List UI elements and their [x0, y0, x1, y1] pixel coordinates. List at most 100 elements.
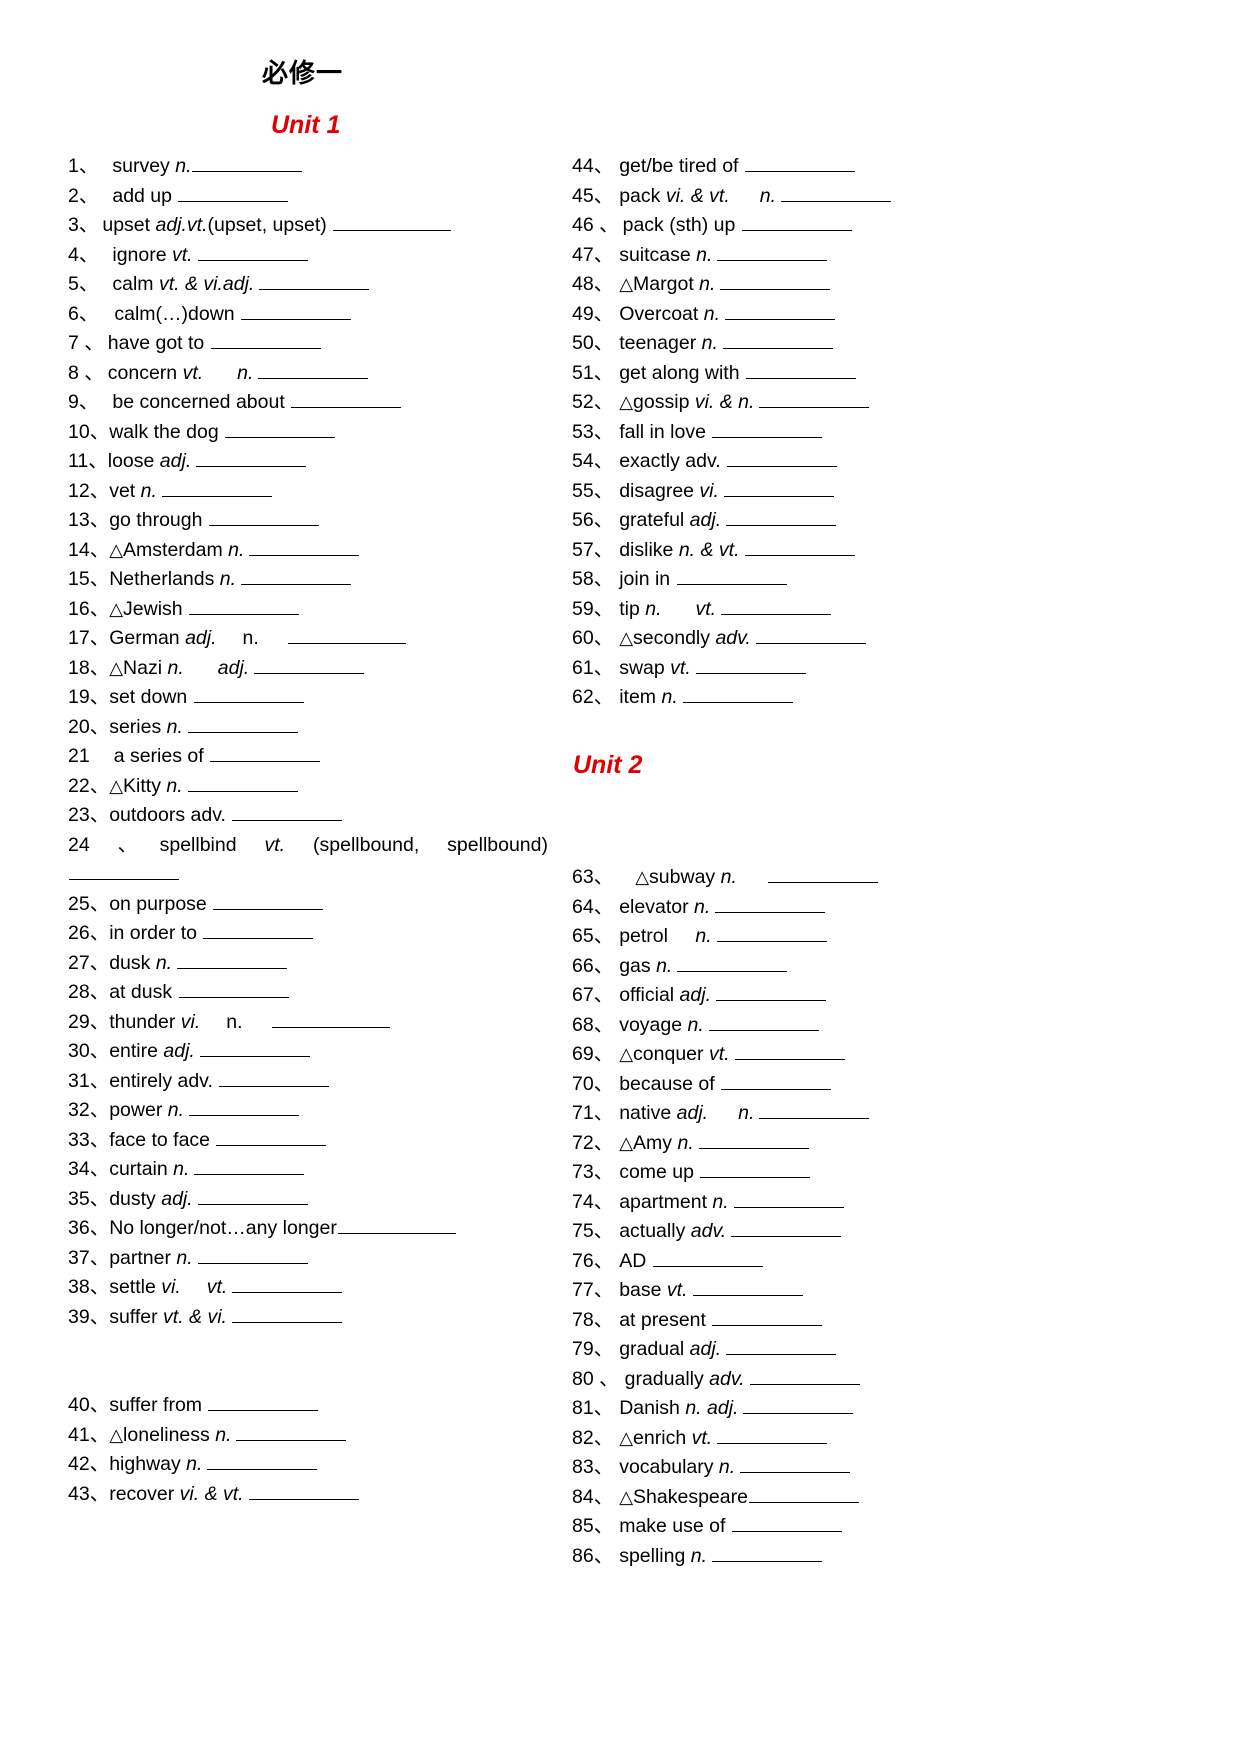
- answer-blank[interactable]: [721, 599, 832, 615]
- answer-blank[interactable]: [717, 1428, 828, 1444]
- answer-blank[interactable]: [726, 510, 837, 526]
- vocab-word: entire: [109, 1040, 164, 1062]
- answer-blank[interactable]: [219, 1071, 330, 1087]
- answer-blank[interactable]: [197, 1248, 308, 1264]
- answer-blank[interactable]: [241, 304, 352, 320]
- answer-blank[interactable]: [695, 658, 806, 674]
- answer-blank[interactable]: [716, 926, 827, 942]
- answer-blank[interactable]: [700, 1162, 811, 1178]
- answer-blank[interactable]: [207, 1454, 318, 1470]
- answer-blank[interactable]: [208, 1395, 319, 1411]
- answer-blank[interactable]: [721, 1074, 832, 1090]
- answer-blank[interactable]: [291, 392, 402, 408]
- answer-blank[interactable]: [749, 1369, 860, 1385]
- answer-blank[interactable]: [203, 923, 314, 939]
- answer-blank[interactable]: [216, 1130, 327, 1146]
- answer-blank[interactable]: [210, 333, 321, 349]
- answer-blank[interactable]: [208, 510, 319, 526]
- answer-blank[interactable]: [759, 392, 870, 408]
- answer-blank[interactable]: [726, 1339, 837, 1355]
- answer-blank[interactable]: [727, 451, 838, 467]
- answer-blank[interactable]: [337, 1218, 456, 1234]
- answer-blank[interactable]: [194, 1159, 305, 1175]
- answer-blank[interactable]: [767, 867, 878, 883]
- answer-blank[interactable]: [708, 1015, 819, 1031]
- part-of-speech: n. adj.: [685, 1397, 739, 1419]
- answer-blank[interactable]: [731, 1516, 842, 1532]
- answer-blank[interactable]: [197, 245, 308, 261]
- answer-blank[interactable]: [161, 481, 272, 497]
- answer-blank[interactable]: [236, 1425, 347, 1441]
- entry-number: 9、: [68, 391, 99, 413]
- answer-blank[interactable]: [731, 1221, 842, 1237]
- triangle-icon: △: [619, 1427, 634, 1448]
- answer-blank[interactable]: [733, 1192, 844, 1208]
- answer-blank[interactable]: [712, 1310, 823, 1326]
- answer-blank[interactable]: [69, 864, 179, 880]
- answer-blank[interactable]: [745, 363, 856, 379]
- answer-blank[interactable]: [271, 1012, 390, 1028]
- answer-blank[interactable]: [722, 333, 833, 349]
- answer-blank[interactable]: [743, 1398, 854, 1414]
- answer-blank[interactable]: [333, 215, 452, 231]
- answer-blank[interactable]: [720, 274, 831, 290]
- answer-blank[interactable]: [717, 245, 828, 261]
- answer-blank[interactable]: [249, 540, 360, 556]
- vocab-word: Margot: [633, 273, 700, 295]
- answer-blank[interactable]: [698, 1133, 809, 1149]
- answer-blank[interactable]: [199, 1041, 310, 1057]
- vocab-entry: 27、dusk n.: [68, 949, 548, 979]
- answer-blank[interactable]: [677, 956, 788, 972]
- answer-blank[interactable]: [193, 687, 304, 703]
- answer-blank[interactable]: [716, 985, 826, 1001]
- answer-blank[interactable]: [712, 422, 823, 438]
- answer-blank[interactable]: [676, 569, 787, 585]
- answer-blank[interactable]: [741, 215, 852, 231]
- answer-blank[interactable]: [258, 363, 369, 379]
- answer-blank[interactable]: [259, 274, 370, 290]
- part-of-speech: vt. & vi.: [163, 1305, 227, 1328]
- answer-blank[interactable]: [759, 1103, 870, 1119]
- answer-blank[interactable]: [213, 894, 324, 910]
- answer-blank[interactable]: [225, 422, 336, 438]
- answer-blank[interactable]: [725, 304, 836, 320]
- answer-blank[interactable]: [192, 156, 303, 172]
- answer-blank[interactable]: [187, 776, 298, 792]
- answer-blank[interactable]: [189, 599, 300, 615]
- part-of-speech-secondary: n.: [237, 361, 254, 384]
- vocab-entry: 26、in order to: [68, 919, 548, 949]
- answer-blank[interactable]: [652, 1251, 763, 1267]
- answer-blank[interactable]: [231, 1307, 342, 1323]
- answer-blank[interactable]: [178, 982, 289, 998]
- answer-blank[interactable]: [210, 746, 321, 762]
- answer-blank[interactable]: [692, 1280, 803, 1296]
- vocab-entry: 44、 get/be tired of: [572, 152, 1052, 182]
- answer-blank[interactable]: [734, 1044, 845, 1060]
- answer-blank[interactable]: [178, 186, 289, 202]
- answer-blank[interactable]: [187, 717, 298, 733]
- answer-blank[interactable]: [189, 1100, 299, 1116]
- answer-blank[interactable]: [723, 481, 834, 497]
- answer-blank[interactable]: [196, 451, 307, 467]
- answer-blank[interactable]: [740, 1457, 851, 1473]
- answer-blank[interactable]: [712, 1546, 823, 1562]
- answer-blank[interactable]: [287, 628, 406, 644]
- answer-blank[interactable]: [248, 1484, 359, 1500]
- answer-blank[interactable]: [748, 1487, 859, 1503]
- vocab-word: concern: [107, 361, 183, 384]
- answer-blank[interactable]: [232, 805, 343, 821]
- answer-blank[interactable]: [755, 628, 866, 644]
- answer-blank[interactable]: [254, 658, 365, 674]
- answer-blank[interactable]: [232, 1277, 343, 1293]
- answer-blank[interactable]: [241, 569, 352, 585]
- vocab-entry: 18、△Nazi n. adj.: [68, 654, 548, 684]
- answer-blank[interactable]: [744, 540, 855, 556]
- answer-blank[interactable]: [682, 687, 793, 703]
- answer-blank[interactable]: [715, 897, 826, 913]
- answer-blank[interactable]: [744, 156, 855, 172]
- answer-blank[interactable]: [781, 186, 892, 202]
- part-of-speech-secondary: vt.: [695, 597, 717, 620]
- answer-blank[interactable]: [197, 1189, 308, 1205]
- answer-blank[interactable]: [177, 953, 288, 969]
